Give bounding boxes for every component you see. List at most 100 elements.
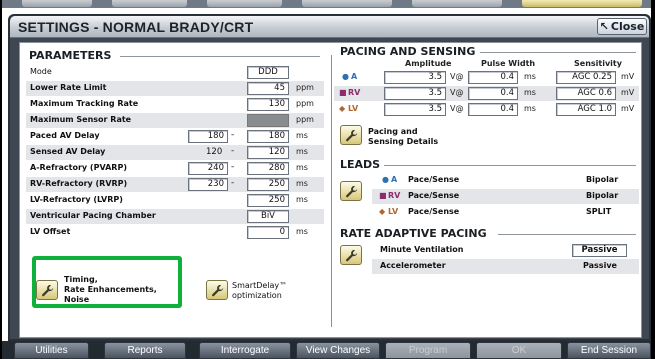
- wrench-icon: [345, 129, 357, 141]
- param-label-max-sensor: Maximum Sensor Rate: [30, 115, 132, 124]
- pvarp-max-field[interactable]: 280: [247, 162, 289, 175]
- rv-sensitivity-field[interactable]: AGC 0.6: [556, 87, 616, 100]
- top-tab-4[interactable]: [302, 0, 392, 7]
- a-pulse-width-field[interactable]: 0.4: [468, 71, 518, 84]
- param-row-lv-offset: LV Offset 0 ms: [26, 225, 324, 240]
- lv-lead-config: SPLIT: [586, 207, 612, 216]
- a-sensitivity-field[interactable]: AGC 0.25: [556, 71, 616, 84]
- range-dash: -: [231, 130, 235, 140]
- utilities-button[interactable]: Utilities: [14, 342, 89, 359]
- dialog-titlebar: SETTINGS - NORMAL BRADY/CRT ↖ Close: [10, 16, 649, 38]
- accelerometer-label: Accelerometer: [380, 261, 446, 270]
- programmer-screen: SETTINGS - NORMAL BRADY/CRT ↖ Close PARA…: [0, 0, 655, 359]
- lvrp-field[interactable]: 250: [247, 194, 289, 207]
- sensed-av-max-field[interactable]: 120: [247, 146, 289, 159]
- lv-sensitivity-unit: mV: [621, 104, 635, 113]
- lv-amplitude-field[interactable]: 3.5: [384, 103, 446, 116]
- param-label-sensed-av: Sensed AV Delay: [30, 147, 106, 156]
- a-pulse-width-unit: ms: [524, 72, 536, 81]
- top-tab-5[interactable]: [412, 0, 502, 7]
- param-label-lower-rate: Lower Rate Limit: [30, 83, 107, 92]
- pacing-details-button[interactable]: [340, 125, 362, 145]
- paced-av-min-field[interactable]: 180: [188, 130, 228, 143]
- mode-field[interactable]: DDD: [247, 66, 289, 79]
- reports-button[interactable]: Reports: [104, 342, 186, 359]
- end-session-button[interactable]: End Session: [567, 342, 651, 359]
- screen-bezel-right: [651, 0, 655, 359]
- rvrp-unit: ms: [296, 179, 308, 188]
- sensed-av-min-value: 120: [206, 147, 223, 157]
- program-button[interactable]: Program: [385, 342, 471, 359]
- rv-lead-marker-icon: ■: [379, 191, 387, 200]
- minute-ventilation-field[interactable]: Passive: [572, 244, 627, 257]
- amplitude-col-header: Amplitude: [405, 59, 452, 68]
- param-row-lower-rate: Lower Rate Limit 45 ppm: [26, 81, 324, 96]
- rv-lead-label: RV: [388, 191, 401, 200]
- lower-rate-unit: ppm: [296, 83, 314, 92]
- rv-amplitude-field[interactable]: 3.5: [384, 87, 446, 100]
- rv-lead-config: Bipolar: [586, 191, 619, 200]
- param-label-lvrp: LV-Refractory (LVRP): [30, 195, 123, 204]
- pacing-details-line1: Pacing and: [368, 127, 418, 136]
- rv-amplitude-unit: V@: [450, 88, 464, 97]
- param-label-vent-chamber: Ventricular Pacing Chamber: [30, 211, 156, 220]
- close-button[interactable]: ↖ Close: [597, 18, 647, 35]
- screen-bezel-left: [0, 0, 2, 359]
- lv-label: LV: [348, 104, 359, 113]
- param-label-lv-offset: LV Offset: [30, 227, 71, 236]
- lv-offset-field[interactable]: 0: [247, 226, 289, 239]
- param-row-lvrp: LV-Refractory (LVRP) 250 ms: [26, 193, 324, 208]
- rv-marker-icon: ■: [339, 88, 347, 97]
- rate-adaptive-header: RATE ADAPTIVE PACING: [340, 227, 487, 240]
- vent-chamber-field[interactable]: BiV: [247, 210, 289, 223]
- smartdelay-label-line2: optimization: [232, 291, 282, 300]
- max-sensor-field[interactable]: [247, 114, 289, 127]
- pacing-row-a: ● A 3.5 V@ 0.4 ms AGC 0.25 mV: [334, 70, 639, 85]
- lv-pulse-width-unit: ms: [524, 104, 536, 113]
- accelerometer-value: Passive: [583, 261, 617, 270]
- lv-lead-marker-icon: ◆: [379, 207, 386, 216]
- paced-av-unit: ms: [296, 131, 308, 140]
- rate-adaptive-button[interactable]: [340, 245, 362, 265]
- smartdelay-button-label[interactable]: SmartDelay™ optimization: [232, 281, 287, 301]
- a-amplitude-field[interactable]: 3.5: [384, 71, 446, 84]
- parameters-header: PARAMETERS: [29, 49, 112, 62]
- param-row-sensed-av: Sensed AV Delay 120 - 120 ms: [26, 145, 324, 160]
- top-tab-3[interactable]: [207, 0, 282, 7]
- interrogate-button[interactable]: Interrogate: [199, 342, 291, 359]
- pvarp-min-field[interactable]: 240: [188, 162, 228, 175]
- param-row-max-sensor: Maximum Sensor Rate ppm: [26, 113, 324, 128]
- column-divider: [331, 55, 332, 327]
- lv-sensitivity-field[interactable]: AGC 1.0: [556, 103, 616, 116]
- param-label-paced-av: Paced AV Delay: [30, 131, 100, 140]
- param-row-rvrp: RV-Refractory (RVRP) 230 - 250 ms: [26, 177, 324, 192]
- atrial-marker-icon: ●: [342, 72, 349, 81]
- top-tab-2[interactable]: [112, 0, 187, 7]
- smartdelay-button[interactable]: [206, 280, 228, 300]
- pacing-details-label[interactable]: Pacing and Sensing Details: [368, 127, 438, 147]
- lower-rate-field[interactable]: 45: [247, 82, 289, 95]
- paced-av-max-field[interactable]: 180: [247, 130, 289, 143]
- lead-row-rv: ■ RV Pace/Sense Bipolar: [372, 189, 639, 204]
- wrench-icon: [345, 249, 357, 261]
- max-tracking-field[interactable]: 130: [247, 98, 289, 111]
- rv-pulse-width-field[interactable]: 0.4: [468, 87, 518, 100]
- pulse-width-col-header: Pulse Width: [481, 59, 536, 68]
- lead-row-lv: ◆ LV Pace/Sense SPLIT: [372, 205, 639, 220]
- rvrp-min-field[interactable]: 230: [188, 178, 228, 191]
- parameters-header-rule: [120, 56, 320, 57]
- atrial-lead-marker-icon: ●: [382, 175, 389, 184]
- view-changes-button[interactable]: View Changes: [296, 342, 380, 359]
- top-tab-1[interactable]: [22, 0, 92, 7]
- leads-button[interactable]: [340, 181, 362, 201]
- a-sensitivity-unit: mV: [621, 72, 635, 81]
- atrial-lead-label: A: [391, 175, 398, 184]
- top-tab-settings-active[interactable]: [522, 0, 642, 7]
- lv-pulse-width-field[interactable]: 0.4: [468, 103, 518, 116]
- param-label-max-tracking: Maximum Tracking Rate: [30, 99, 139, 108]
- atrial-lead-config: Bipolar: [586, 175, 619, 184]
- leads-header: LEADS: [340, 158, 381, 171]
- rvrp-max-field[interactable]: 250: [247, 178, 289, 191]
- smartdelay-label-line1: SmartDelay™: [232, 281, 288, 290]
- ok-button[interactable]: OK: [476, 342, 562, 359]
